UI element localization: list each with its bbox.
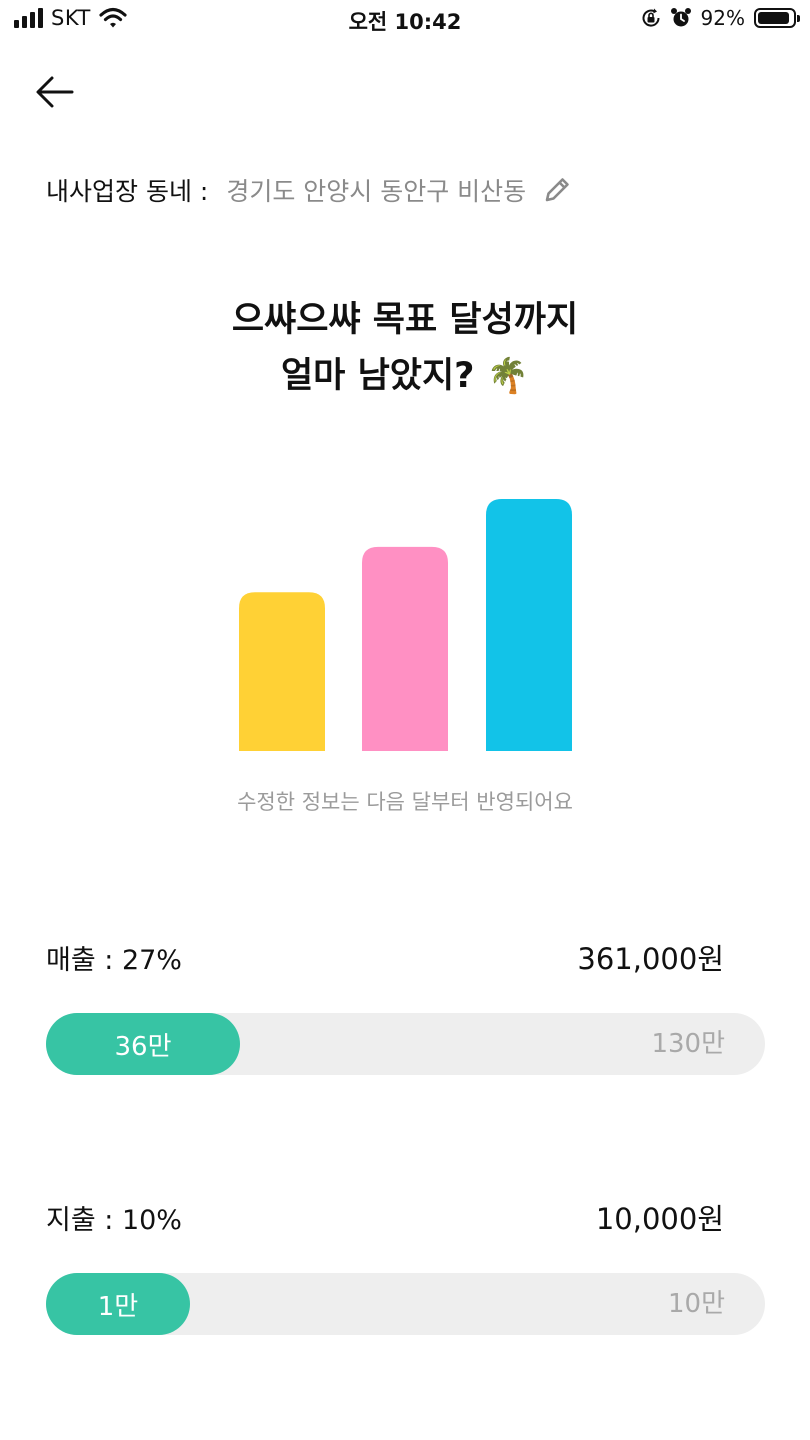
illustration-bar xyxy=(486,499,572,751)
battery-level xyxy=(758,12,789,24)
goal-bar-illustration xyxy=(239,499,572,751)
expense-amount: 10,000원 xyxy=(595,1202,724,1236)
business-location-row: 내사업장 동네 : 경기도 안양시 동안구 비산동 xyxy=(46,168,574,212)
arrow-left-icon xyxy=(36,76,74,108)
sales-label: 매출 : 27% xyxy=(46,945,182,976)
headline-line-1: 으쌰으쌰 목표 달성까지 xyxy=(231,300,579,340)
expense-progress-fill: 1만 xyxy=(46,1273,190,1335)
sales-amount: 361,000원 xyxy=(577,942,724,976)
expense-progress-bar: 1만 10만 xyxy=(46,1273,765,1335)
illustration-bar xyxy=(362,546,448,751)
sales-progress-fill: 36만 xyxy=(46,1013,240,1075)
update-note: 수정한 정보는 다음 달부터 반영되어요 xyxy=(237,790,573,814)
pencil-icon[interactable] xyxy=(540,173,574,207)
sales-goal-value: 130만 xyxy=(651,1029,725,1059)
status-bar: SKT 오전 10:42 92% xyxy=(0,0,810,40)
orientation-lock-icon xyxy=(642,8,660,27)
location-value[interactable]: 경기도 안양시 동안구 비산동 xyxy=(226,172,526,208)
expense-label: 지출 : 10% xyxy=(46,1205,182,1236)
headline-line-2-text: 얼마 남았지? xyxy=(280,356,475,396)
back-button[interactable] xyxy=(32,70,80,114)
headline-line-2: 얼마 남았지? 🌴 xyxy=(0,348,810,404)
battery-icon xyxy=(754,8,800,28)
alarm-icon xyxy=(670,8,691,27)
sales-current-value: 36만 xyxy=(114,1031,172,1062)
illustration-bar xyxy=(239,592,325,751)
battery-percent: 92% xyxy=(700,6,745,30)
expense-current-value: 1만 xyxy=(97,1291,139,1322)
sales-progress-bar: 36만 130만 xyxy=(46,1013,765,1075)
palm-tree-icon: 🌴 xyxy=(486,356,530,396)
headline: 으쌰으쌰 목표 달성까지 얼마 남았지? 🌴 xyxy=(0,292,810,404)
expense-goal-value: 10만 xyxy=(667,1289,725,1319)
location-label: 내사업장 동네 : xyxy=(46,177,209,206)
status-right: 92% xyxy=(641,6,800,30)
